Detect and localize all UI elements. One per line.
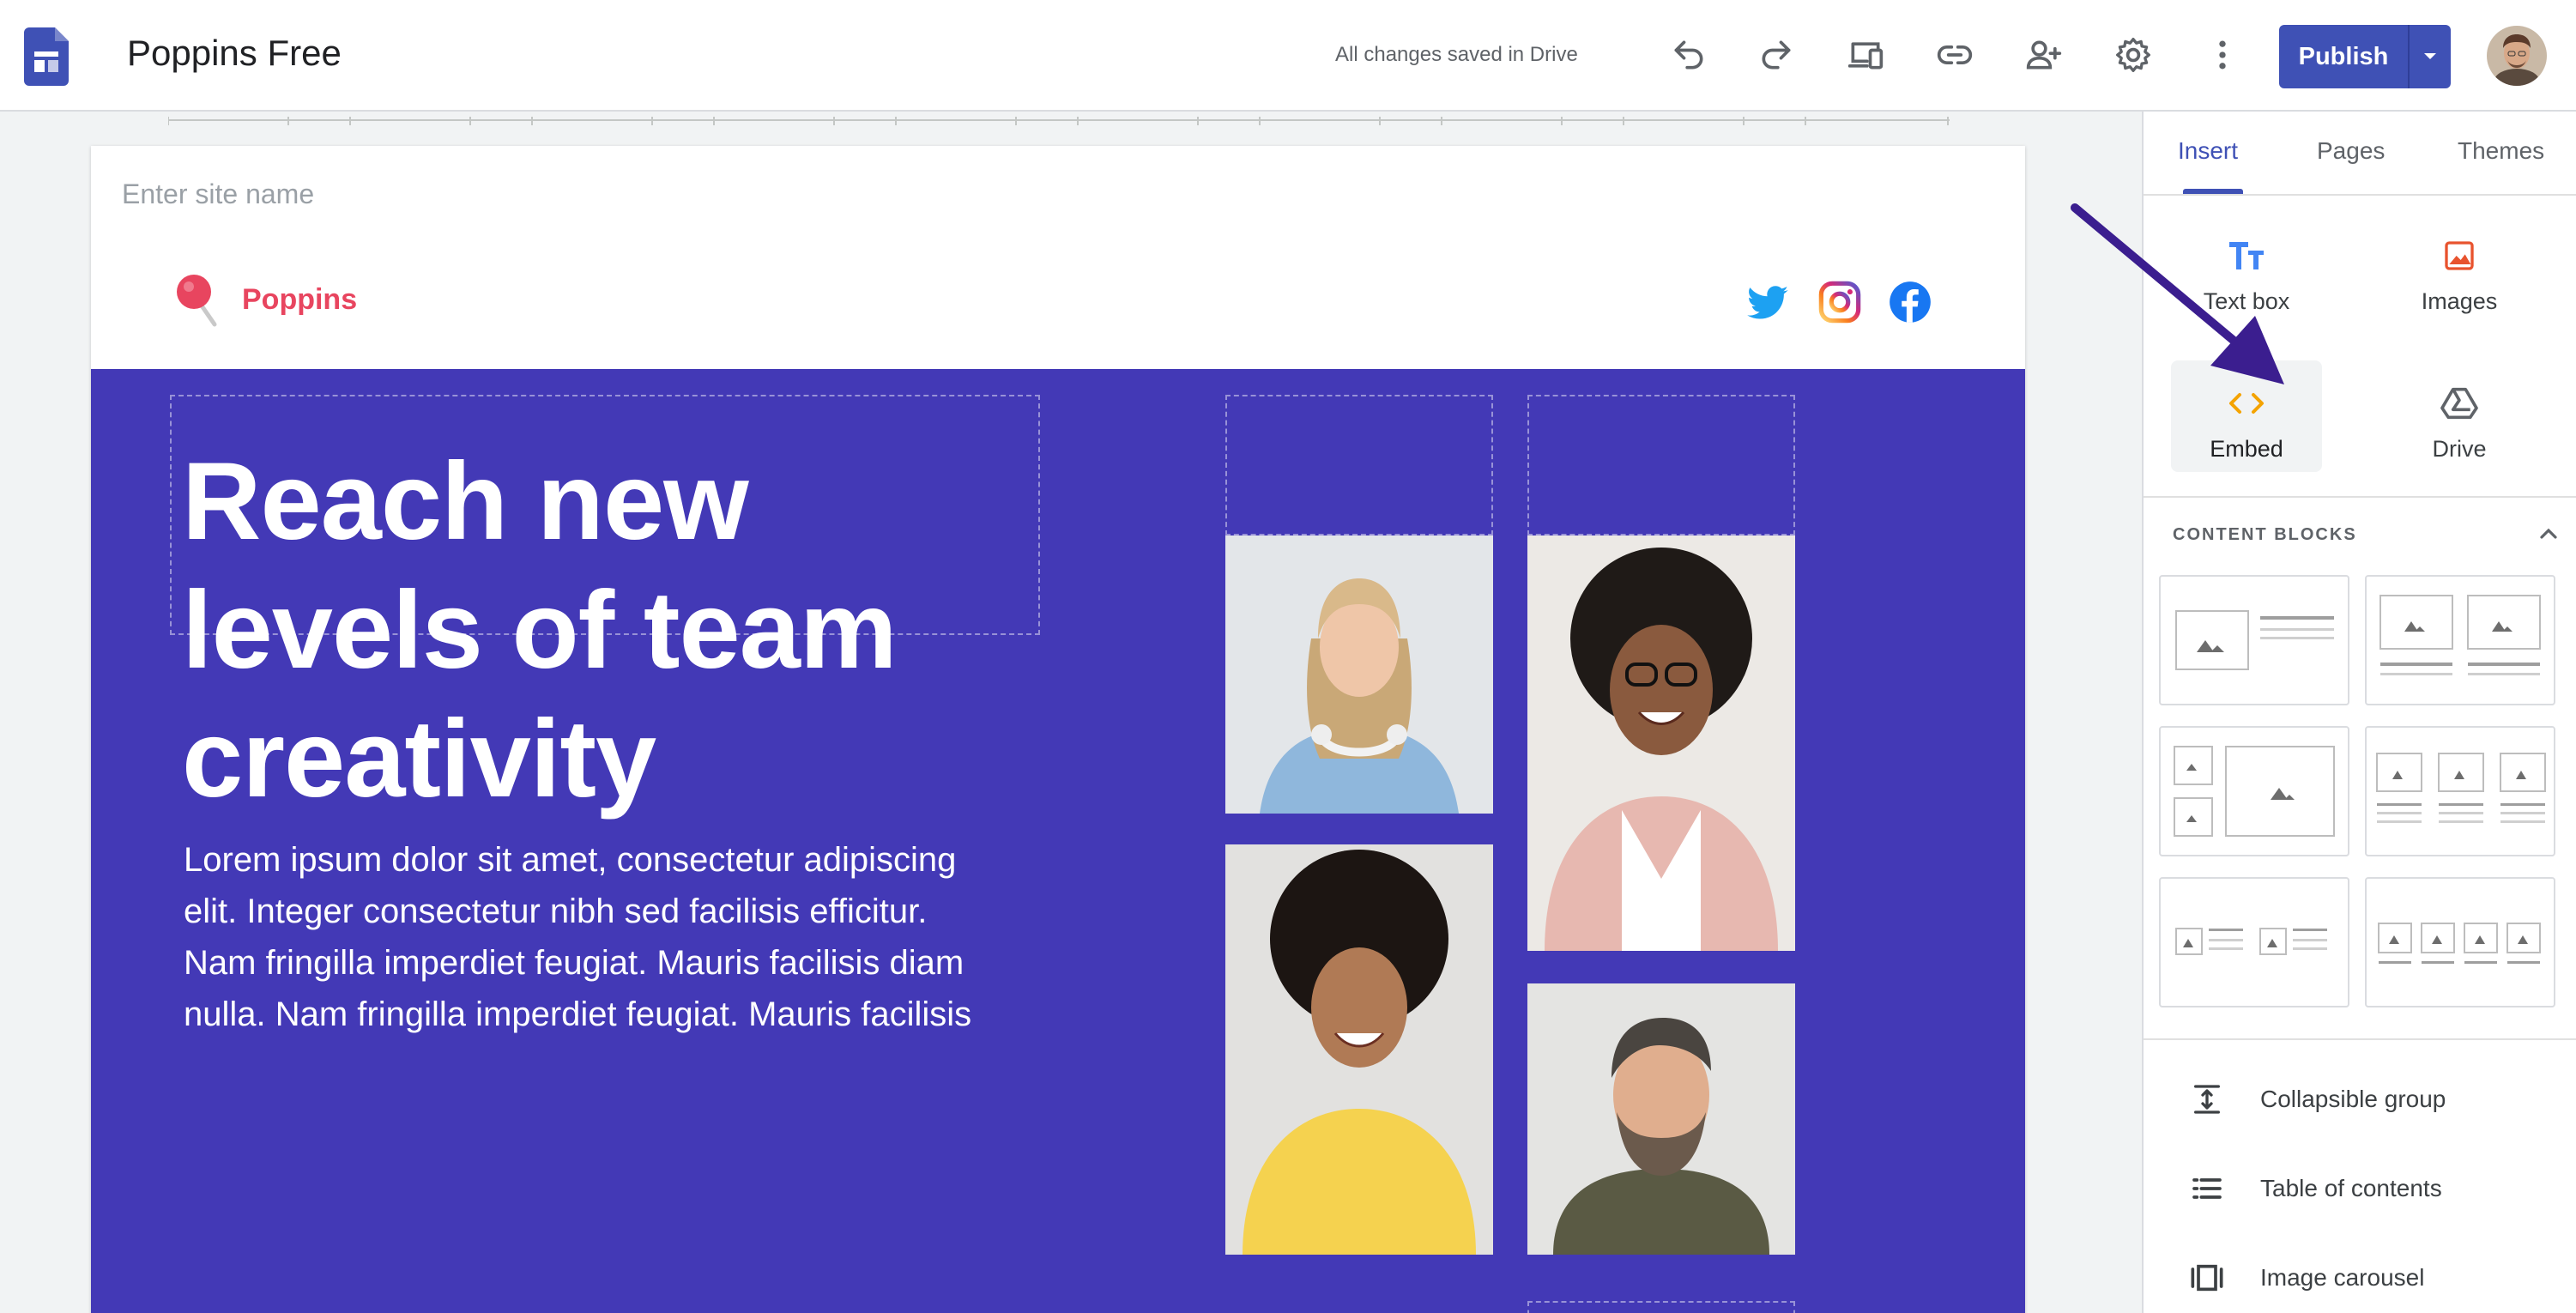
editor-canvas: Enter site name Poppins Reach new levels… (0, 112, 2142, 1313)
empty-placeholder-box[interactable] (1527, 395, 1795, 535)
settings-gear-icon[interactable] (2111, 33, 2156, 77)
tab-pages[interactable]: Pages (2317, 137, 2385, 165)
site-name-input[interactable]: Enter site name (122, 178, 314, 210)
hero-section[interactable]: Reach new levels of team creativity Lore… (91, 369, 2025, 1313)
insert-drive-button[interactable]: Drive (2384, 360, 2535, 472)
toc-icon (2188, 1170, 2226, 1207)
hero-body-text[interactable]: Lorem ipsum dolor sit amet, consectetur … (184, 834, 1128, 1040)
content-block-layout[interactable] (2159, 575, 2349, 705)
insert-table-of-contents[interactable]: Table of contents (2144, 1150, 2576, 1227)
body-line: nulla. Nam fringilla imperdiet feugiat. … (184, 995, 972, 1033)
share-add-person-icon[interactable] (2022, 33, 2066, 77)
panel-divider (2144, 496, 2576, 498)
twitter-icon[interactable] (1745, 280, 1790, 324)
more-vert-icon[interactable] (2200, 33, 2245, 77)
insert-images-button[interactable]: Images (2384, 213, 2535, 324)
body-line: Nam fringilla imperdiet feugiat. Mauris … (184, 944, 964, 982)
team-photo[interactable] (1225, 844, 1493, 1255)
drive-icon (2439, 383, 2480, 424)
team-photo[interactable] (1527, 983, 1795, 1255)
content-block-layout[interactable] (2365, 877, 2555, 1007)
content-blocks-heading: CONTENT BLOCKS (2173, 525, 2357, 544)
list-item-label: Image carousel (2260, 1264, 2425, 1291)
facebook-icon[interactable] (1888, 280, 1932, 324)
horizontal-ruler (168, 117, 1950, 125)
empty-placeholder-box[interactable] (1225, 395, 1493, 535)
tab-insert[interactable]: Insert (2178, 137, 2238, 165)
panel-divider (2144, 1038, 2576, 1040)
sites-logo-icon[interactable] (24, 27, 69, 86)
preview-devices-icon[interactable] (1843, 33, 1888, 77)
publish-button[interactable]: Publish (2279, 25, 2451, 88)
site-page: Enter site name Poppins Reach new levels… (91, 146, 2025, 1313)
team-photo[interactable] (1225, 535, 1493, 814)
content-block-layout[interactable] (2159, 726, 2349, 856)
empty-placeholder-box[interactable] (1527, 1301, 1795, 1313)
content-block-layout[interactable] (2365, 726, 2555, 856)
insert-collapsible-group[interactable]: Collapsible group (2144, 1061, 2576, 1138)
content-block-layout[interactable] (2365, 575, 2555, 705)
list-item-label: Table of contents (2260, 1175, 2442, 1201)
annotation-arrow (2071, 203, 2284, 384)
collapse-chevron-up-icon[interactable] (2535, 520, 2562, 548)
insert-item-label: Drive (2432, 436, 2487, 462)
body-line: elit. Integer consectetur nibh sed facil… (184, 892, 928, 930)
headline-line: levels of team (182, 569, 898, 692)
google-sites-editor: Poppins Free All changes saved in Drive … (0, 0, 2576, 1313)
hero-headline[interactable]: Reach new levels of team creativity (182, 438, 1109, 824)
insert-image-carousel[interactable]: Image carousel (2144, 1239, 2576, 1313)
undo-icon[interactable] (1666, 33, 1711, 77)
image-icon (2439, 235, 2480, 276)
headline-line: Reach new (182, 440, 749, 563)
lollipop-logo-icon (177, 275, 217, 327)
team-photo[interactable] (1527, 535, 1795, 951)
publish-dropdown-icon[interactable] (2410, 25, 2451, 88)
collapsible-icon (2188, 1080, 2226, 1118)
account-avatar[interactable] (2487, 26, 2547, 86)
save-status: All changes saved in Drive (1335, 43, 1578, 66)
headline-line: creativity (182, 698, 656, 820)
body-line: Lorem ipsum dolor sit amet, consectetur … (184, 841, 957, 879)
publish-label[interactable]: Publish (2279, 43, 2408, 71)
top-bar: Poppins Free All changes saved in Drive … (0, 0, 2576, 112)
site-brand[interactable]: Poppins (173, 271, 357, 328)
list-item-label: Collapsible group (2260, 1086, 2446, 1112)
link-icon[interactable] (1932, 33, 1977, 77)
insert-item-label: Embed (2210, 436, 2283, 462)
tab-themes[interactable]: Themes (2458, 137, 2544, 165)
carousel-icon (2188, 1259, 2226, 1297)
content-block-layout[interactable] (2159, 877, 2349, 1007)
site-title[interactable]: Poppins Free (127, 33, 342, 74)
redo-icon[interactable] (1754, 33, 1799, 77)
instagram-icon[interactable] (1817, 280, 1862, 324)
insert-item-label: Images (2421, 288, 2498, 314)
panel-tabs: Insert Pages Themes (2144, 112, 2576, 196)
brand-name: Poppins (242, 282, 358, 316)
